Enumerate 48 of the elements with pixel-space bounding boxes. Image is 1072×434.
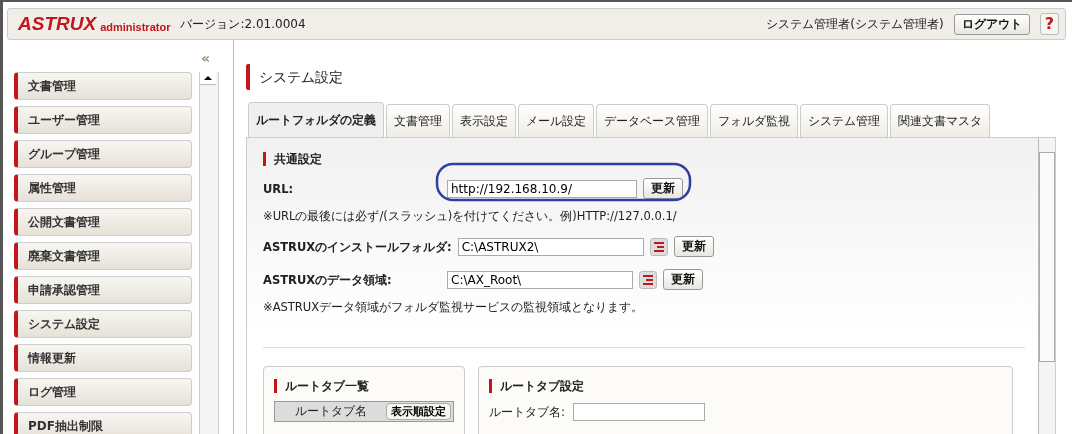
page-title: システム設定	[246, 64, 1072, 90]
logo: ASTRUX	[18, 13, 97, 35]
url-note: ※URLの最後には必ず/(スラッシュ)を付けてください。例)HTTP://127.0.0.1/	[263, 209, 678, 224]
update-button[interactable]: 更新	[643, 178, 683, 199]
section-heading: ルートタブ一覧	[274, 379, 454, 393]
scrollbar[interactable]	[199, 72, 219, 434]
section-heading: 共通設定	[263, 152, 1025, 166]
tab[interactable]: データベース管理	[596, 104, 708, 137]
sidebar-item[interactable]: 公開文書管理	[14, 208, 192, 236]
version-label: バージョン:2.01.0004	[180, 15, 306, 33]
sidebar-item[interactable]: ユーザー管理	[14, 106, 192, 134]
sidebar-item[interactable]: 申請承認管理	[14, 276, 192, 304]
column-header: ルートタブ名	[295, 404, 367, 419]
field-label: ルートタブ名:	[489, 403, 566, 421]
tab[interactable]: 表示設定	[452, 104, 516, 137]
tab[interactable]: システム管理	[800, 104, 888, 137]
update-button[interactable]: 更新	[663, 269, 703, 290]
tab[interactable]: 文書管理	[386, 104, 450, 137]
sidebar-item[interactable]: PDF抽出制限	[14, 412, 192, 434]
tab[interactable]: 関連文書マスタ	[890, 104, 990, 137]
sidebar-item[interactable]: システム設定	[14, 310, 192, 338]
logout-button[interactable]: ログアウト	[953, 13, 1030, 35]
sidebar-item[interactable]: グループ管理	[14, 140, 192, 168]
folder-note: ※ASTRUXデータ領域がフォルダ監視サービスの監視領域となります。	[263, 300, 645, 315]
tab[interactable]: ルートフォルダの定義	[248, 102, 384, 137]
sidebar-item[interactable]: 属性管理	[14, 174, 192, 202]
folder-field[interactable]: C:\ASTRUX2\	[457, 237, 644, 256]
update-button[interactable]: 更新	[673, 236, 714, 257]
tab[interactable]: フォルダ監視	[710, 104, 798, 137]
tab-name-field[interactable]	[573, 403, 706, 421]
help-button[interactable]: ?	[1039, 13, 1059, 35]
field-label: ASTRUXのインストールフォルダ:	[263, 238, 452, 255]
list-icon[interactable]	[639, 270, 657, 289]
field-label: URL:	[263, 180, 295, 197]
user-name: システム管理者(システム管理者)	[766, 15, 944, 33]
logo-subtitle: administrator	[100, 20, 171, 33]
sidebar-item[interactable]: 情報更新	[14, 344, 192, 372]
sort-order-button[interactable]: 表示順設定	[386, 403, 451, 420]
field-label: ASTRUXのデータ領域:	[263, 271, 393, 288]
list-icon[interactable]	[649, 237, 668, 256]
sidebar-item[interactable]: ログ管理	[14, 378, 192, 406]
url-field[interactable]: http://192.168.10.9/	[447, 179, 637, 198]
scrollbar[interactable]	[1038, 138, 1055, 434]
sidebar-item[interactable]: 文書管理	[14, 72, 192, 100]
folder-field[interactable]: C:\AX_Root\	[447, 270, 633, 289]
section-heading: ルートタブ設定	[489, 379, 1002, 393]
sidebar-item[interactable]: 廃棄文書管理	[14, 242, 192, 270]
tab[interactable]: メール設定	[518, 104, 594, 137]
